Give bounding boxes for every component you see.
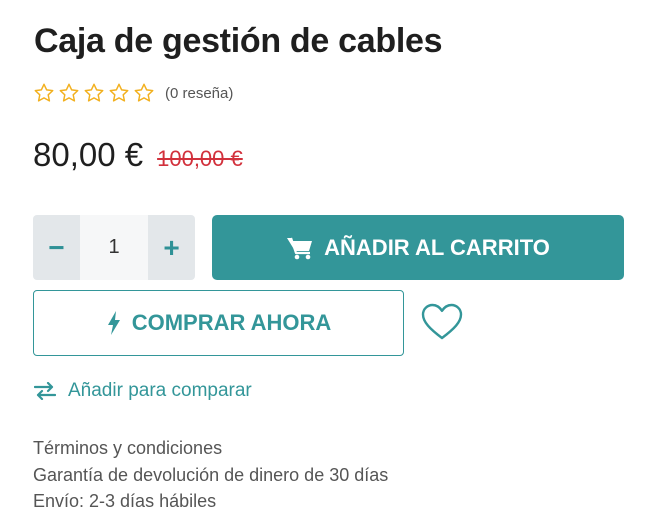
review-count-link[interactable]: (0 reseña) <box>165 85 233 102</box>
compare-label: Añadir para comparar <box>68 380 252 401</box>
cart-icon <box>287 237 313 259</box>
buy-now-button[interactable]: COMPRAR AHORA <box>33 290 404 356</box>
old-price: 100,00 € <box>157 146 243 171</box>
guarantee-text: Garantía de devolución de dinero de 30 d… <box>33 464 389 485</box>
swap-arrows-icon <box>34 382 56 400</box>
star-icon <box>109 83 129 102</box>
shipping-text: Envío: 2-3 días hábiles <box>33 491 217 511</box>
product-info-list: Términos y condiciones Garantía de devol… <box>33 435 388 515</box>
decrement-button[interactable]: − <box>33 215 80 280</box>
star-icon <box>84 83 104 102</box>
star-icon <box>59 83 79 102</box>
heart-icon[interactable] <box>420 302 464 342</box>
price-block: 80,00 € 100,00 € <box>33 136 243 174</box>
quantity-input[interactable] <box>80 215 148 280</box>
current-price: 80,00 € <box>33 136 144 173</box>
product-rating: (0 reseña) <box>33 82 233 104</box>
terms-link[interactable]: Términos y condiciones <box>33 435 388 462</box>
star-icon <box>34 83 54 102</box>
add-to-cart-button[interactable]: AÑADIR AL CARRITO <box>212 215 624 280</box>
add-to-cart-label: AÑADIR AL CARRITO <box>324 234 550 260</box>
star-icon <box>134 83 154 102</box>
rating-stars[interactable] <box>33 82 155 104</box>
compare-link[interactable]: Añadir para comparar <box>34 380 252 402</box>
buy-now-label: COMPRAR AHORA <box>131 310 332 335</box>
increment-button[interactable]: + <box>148 215 195 280</box>
quantity-stepper: − + <box>33 215 195 280</box>
lightning-icon <box>107 311 120 335</box>
product-title: Caja de gestión de cables <box>34 22 443 60</box>
